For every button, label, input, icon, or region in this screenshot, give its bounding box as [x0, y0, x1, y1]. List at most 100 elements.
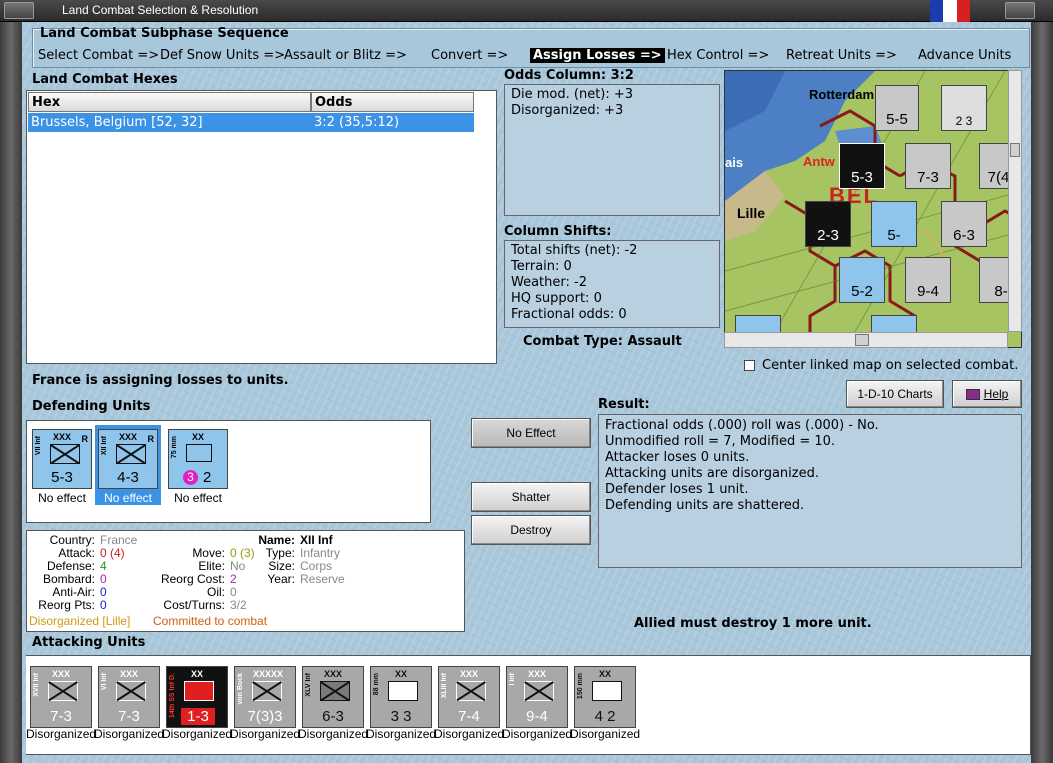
step-convert: Convert =>	[431, 48, 509, 63]
infantry-icon	[116, 444, 146, 464]
year-label: Year:	[267, 572, 295, 586]
infantry-icon	[48, 681, 78, 701]
map-counter-selected[interactable]: 5-3	[839, 143, 885, 189]
map-label-calais: ais	[725, 155, 744, 170]
unit-counter[interactable]: XXX VII Inf R 5-3	[32, 429, 92, 489]
size-label: Size:	[268, 559, 295, 573]
subphase-title: Land Combat Subphase Sequence	[40, 26, 289, 41]
move-label: Move:	[192, 546, 225, 560]
name-value: XII Inf	[300, 533, 333, 547]
map-counter[interactable]: 5-5	[875, 85, 919, 131]
step-retreat-units: Retreat Units =>	[786, 48, 897, 63]
attacking-title: Attacking Units	[32, 635, 146, 650]
total-shifts-text: Total shifts (net): -2	[511, 243, 638, 258]
oil-label: Oil:	[207, 585, 225, 599]
result-line: Attacking units are disorganized.	[605, 466, 819, 481]
map-counter[interactable]: 2-3	[805, 201, 851, 247]
terrain-text: Terrain: 0	[511, 259, 572, 274]
reorg-pts-value: 0	[100, 598, 107, 612]
infantry-icon	[116, 681, 146, 701]
shatter-button[interactable]: Shatter	[471, 482, 591, 512]
unit-counter[interactable]: XXX VI Inf 7-3	[98, 666, 160, 728]
unit-status: No effect	[174, 491, 222, 505]
combat-type: Combat Type: Assault	[523, 334, 682, 349]
disorganized-status: Disorganized [Lille]	[29, 614, 131, 628]
unit-status: Disorganized	[570, 727, 641, 741]
type-value: Infantry	[300, 546, 341, 560]
center-map-label: Center linked map on selected combat.	[762, 358, 1019, 373]
hex-column-header[interactable]: Hex	[28, 92, 311, 112]
defending-title: Defending Units	[32, 399, 151, 414]
help-button[interactable]: Help	[952, 380, 1022, 408]
map-label-antwerp: Antw	[803, 154, 835, 169]
unit-status: No effect	[104, 491, 152, 505]
unit-counter[interactable]: XXX XVII Inf 7-3	[30, 666, 92, 728]
map-counter[interactable]: 7-3	[905, 143, 951, 189]
map-horizontal-scrollbar[interactable]	[724, 332, 1008, 348]
cost-turns-value: 3/2	[230, 598, 247, 612]
map-counter[interactable]: 5-2	[839, 257, 885, 303]
defending-unit-selected[interactable]: XXX XII Inf R 4-3 No effect	[95, 425, 161, 505]
map-hscroll-thumb[interactable]	[855, 334, 869, 346]
left-frame	[0, 22, 22, 763]
unit-counter[interactable]: XXX XII Inf R 4-3	[98, 429, 158, 489]
close-button[interactable]	[1005, 2, 1035, 19]
no-effect-button[interactable]: No Effect	[471, 418, 591, 448]
center-map-checkbox[interactable]	[744, 360, 755, 371]
unit-counter[interactable]: XXXXX von Bock 7(3)3	[234, 666, 296, 728]
title-bar: Land Combat Selection & Resolution	[0, 0, 1053, 22]
type-label: Type:	[265, 546, 295, 560]
book-icon	[965, 388, 980, 400]
elite-label: Elite:	[198, 559, 225, 573]
unit-value-b: 2	[203, 469, 212, 486]
unit-counter[interactable]: XXX XLIII Inf 7-4	[438, 666, 500, 728]
step-def-snow-units: Def Snow Units =>	[160, 48, 286, 63]
linked-map[interactable]: Rotterdam Antw Lille BEL ais 5-5 2 3 5-3…	[724, 70, 1022, 348]
result-line: Defender loses 1 unit.	[605, 482, 749, 497]
infantry-icon	[524, 681, 554, 701]
unit-status: Disorganized	[502, 727, 573, 741]
result-line: Defending units are shattered.	[605, 498, 805, 513]
map-counter[interactable]: 6-3	[941, 201, 987, 247]
result-line: Fractional odds (.000) roll was (.000) -…	[605, 418, 879, 433]
unit-counter[interactable]: XXX I Inf 9-4	[506, 666, 568, 728]
map-counter[interactable]: 5-	[871, 201, 917, 247]
artillery-icon	[186, 444, 212, 462]
bombard-value: 0	[100, 572, 107, 586]
unit-counter[interactable]: XX 150 mm 4 2	[574, 666, 636, 728]
defense-value: 4	[100, 559, 107, 573]
shifts-title: Column Shifts:	[504, 224, 612, 239]
hexes-title: Land Combat Hexes	[32, 72, 178, 87]
map-vertical-scrollbar[interactable]	[1008, 70, 1022, 332]
odds-column-header[interactable]: Odds	[311, 92, 474, 112]
map-counter[interactable]: 9-4	[905, 257, 951, 303]
charts-button[interactable]: 1-D-10 Charts	[846, 380, 944, 408]
reorg-pts-label: Reorg Pts:	[38, 598, 95, 612]
reorg-cost-label: Reorg Cost:	[160, 572, 225, 586]
oil-value: 0	[230, 585, 237, 599]
odds-cell: 3:2 (35,5:12)	[314, 115, 400, 130]
result-title: Result:	[598, 397, 650, 412]
result-panel: Fractional odds (.000) roll was (.000) -…	[598, 414, 1022, 568]
france-flag-icon	[930, 0, 970, 22]
map-vscroll-thumb[interactable]	[1010, 143, 1020, 157]
unit-counter[interactable]: XX 88 mm 3 3	[370, 666, 432, 728]
unit-status: Disorganized	[298, 727, 369, 741]
fractional-odds-text: Fractional odds: 0	[511, 307, 627, 322]
shifts-panel: Total shifts (net): -2 Terrain: 0 Weathe…	[504, 240, 720, 328]
unit-status: No effect	[38, 491, 86, 505]
attack-value: 0 (4)	[100, 546, 125, 560]
destroy-button[interactable]: Destroy	[471, 515, 591, 545]
unit-value-a: 3	[183, 470, 198, 485]
unit-counter[interactable]: XXX XLV Inf 6-3	[302, 666, 364, 728]
anti-air-icon	[388, 681, 418, 701]
map-counter[interactable]: 2 3	[941, 85, 987, 131]
unit-counter[interactable]: XX 75 mm 3 2	[168, 429, 228, 489]
table-row[interactable]: Brussels, Belgium [52, 32] 3:2 (35,5:12)	[28, 113, 474, 132]
allied-message: Allied must destroy 1 more unit.	[634, 616, 872, 631]
step-advance-units: Advance Units	[918, 48, 1012, 63]
unit-counter[interactable]: XX 14th SS Inf D. 1-3	[166, 666, 228, 728]
hex-cell: Brussels, Belgium [52, 32]	[31, 115, 203, 130]
system-menu-button[interactable]	[4, 2, 34, 19]
step-select-combat: Select Combat =>	[38, 48, 160, 63]
